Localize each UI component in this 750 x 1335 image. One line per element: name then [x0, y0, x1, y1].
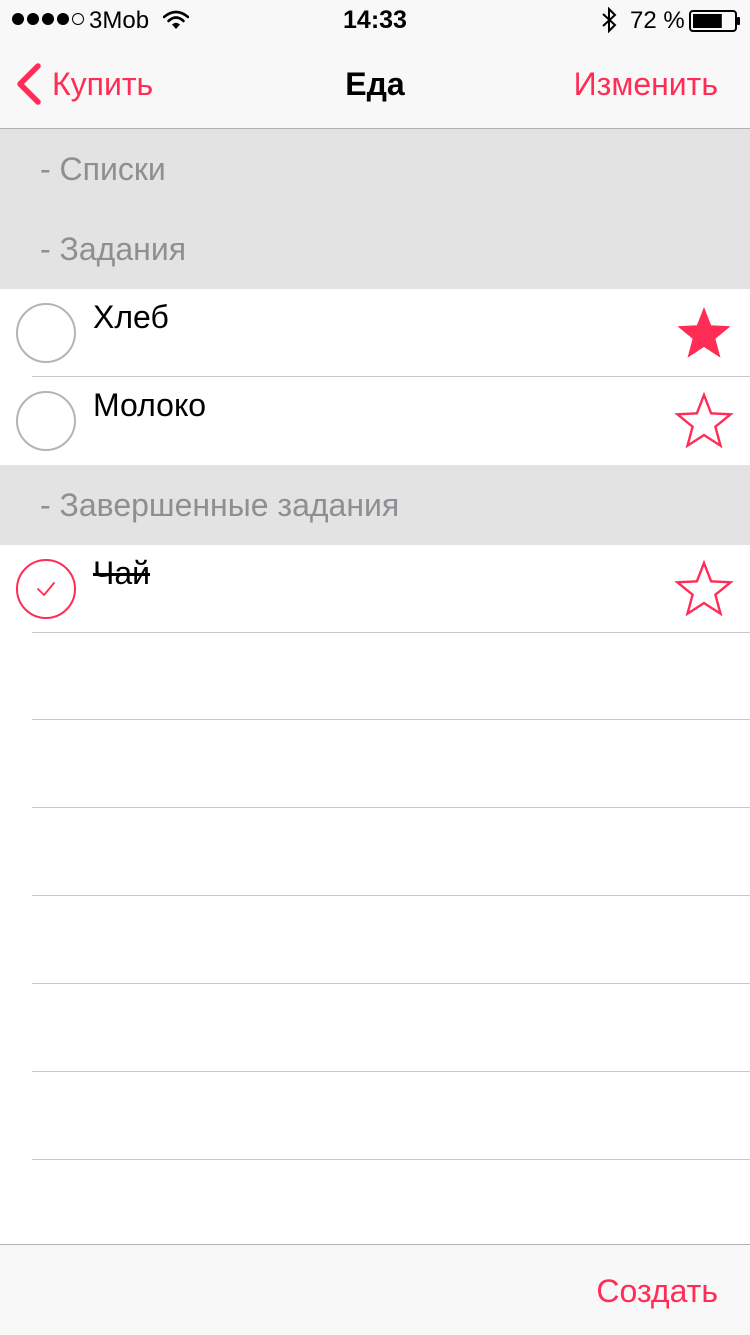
- section-header-lists[interactable]: - Списки: [0, 129, 750, 209]
- empty-row-divider: [32, 807, 750, 808]
- star-outline-icon[interactable]: [673, 560, 735, 622]
- navigation-bar: Купить Еда Изменить: [0, 40, 750, 129]
- empty-row-divider: [32, 1071, 750, 1072]
- section-header-tasks[interactable]: - Задания: [0, 209, 750, 289]
- section-header-completed[interactable]: - Завершенные задания: [0, 465, 750, 545]
- task-checkbox[interactable]: [16, 391, 76, 451]
- task-label: Хлеб: [93, 299, 169, 335]
- section-header-label: - Завершенные задания: [40, 487, 400, 523]
- section-header-label: - Списки: [40, 151, 166, 187]
- task-checkbox[interactable]: [16, 303, 76, 363]
- completed-task-row[interactable]: Чай: [0, 545, 750, 633]
- empty-row-divider: [32, 1159, 750, 1160]
- task-checkbox-checked[interactable]: [16, 559, 76, 619]
- task-label: Молоко: [93, 387, 207, 423]
- battery-icon: [689, 10, 740, 32]
- row-divider: [32, 632, 750, 633]
- bottom-toolbar: Создать: [0, 1244, 750, 1335]
- empty-row-divider: [32, 719, 750, 720]
- status-bar: 3Mob 14:33 72 %: [0, 0, 750, 40]
- checkmark-icon: [37, 582, 55, 596]
- battery-percent: 72 %: [630, 7, 685, 34]
- bluetooth-icon: [602, 7, 617, 33]
- empty-row-divider: [32, 895, 750, 896]
- task-row[interactable]: Хлеб: [0, 289, 750, 377]
- edit-button[interactable]: Изменить: [574, 62, 718, 106]
- empty-row-divider: [32, 983, 750, 984]
- star-outline-icon[interactable]: [673, 392, 735, 454]
- create-button[interactable]: Создать: [596, 1269, 718, 1313]
- star-filled-icon[interactable]: [673, 304, 735, 366]
- task-row[interactable]: Молоко: [0, 377, 750, 465]
- section-header-label: - Задания: [40, 231, 187, 267]
- task-label: Чай: [93, 555, 150, 591]
